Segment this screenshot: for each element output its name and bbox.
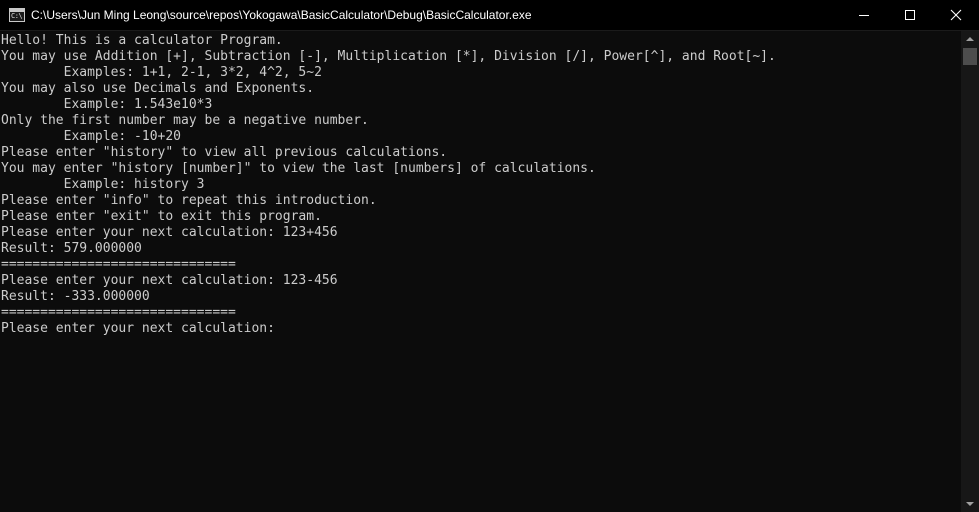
console-output[interactable]: Hello! This is a calculator Program. You… bbox=[1, 31, 961, 512]
minimize-button[interactable] bbox=[841, 0, 887, 31]
scroll-down-button[interactable] bbox=[961, 495, 979, 512]
console-line: Please enter "history" to view all previ… bbox=[1, 145, 448, 160]
console-window: C:\ C:\Users\Jun Ming Leong\source\repos… bbox=[0, 0, 979, 512]
maximize-icon bbox=[905, 10, 915, 20]
console-line: Example: -10+20 bbox=[1, 129, 182, 144]
console-line: ============================== bbox=[1, 305, 236, 320]
console-line: Please enter your next calculation: 123-… bbox=[1, 273, 338, 288]
console-prompt-line: Please enter your next calculation: bbox=[1, 321, 275, 336]
scroll-thumb[interactable] bbox=[963, 48, 977, 65]
console-line: Hello! This is a calculator Program. bbox=[1, 33, 283, 48]
console-line: Please enter "info" to repeat this intro… bbox=[1, 193, 377, 208]
close-button[interactable] bbox=[933, 0, 979, 31]
console-line: Example: 1.543e10*3 bbox=[1, 97, 213, 112]
title-bar[interactable]: C:\ C:\Users\Jun Ming Leong\source\repos… bbox=[0, 0, 979, 31]
close-icon bbox=[950, 9, 962, 21]
arrow-up-icon bbox=[966, 37, 974, 41]
console-line: Please enter "exit" to exit this program… bbox=[1, 209, 322, 224]
console-line: Only the first number may be a negative … bbox=[1, 113, 369, 128]
maximize-button[interactable] bbox=[887, 0, 933, 31]
console-line: You may also use Decimals and Exponents. bbox=[1, 81, 315, 96]
console-line: Examples: 1+1, 2-1, 3*2, 4^2, 5~2 bbox=[1, 65, 322, 80]
scroll-up-button[interactable] bbox=[961, 31, 979, 48]
console-app-icon[interactable]: C:\ bbox=[9, 8, 25, 22]
console-line: Result: -333.000000 bbox=[1, 289, 150, 304]
icon-prompt-text: C:\ bbox=[11, 12, 23, 20]
minimize-icon bbox=[859, 15, 869, 16]
console-line: Example: history 3 bbox=[1, 177, 205, 192]
console-line: ============================== bbox=[1, 257, 236, 272]
vertical-scrollbar[interactable] bbox=[961, 31, 979, 512]
console-line: You may enter "history [number]" to view… bbox=[1, 161, 596, 176]
arrow-down-icon bbox=[966, 502, 974, 506]
console-line: You may use Addition [+], Subtraction [-… bbox=[1, 49, 776, 64]
window-title: C:\Users\Jun Ming Leong\source\repos\Yok… bbox=[31, 8, 532, 22]
console-line: Result: 579.000000 bbox=[1, 241, 142, 256]
console-line: Please enter your next calculation: 123+… bbox=[1, 225, 338, 240]
